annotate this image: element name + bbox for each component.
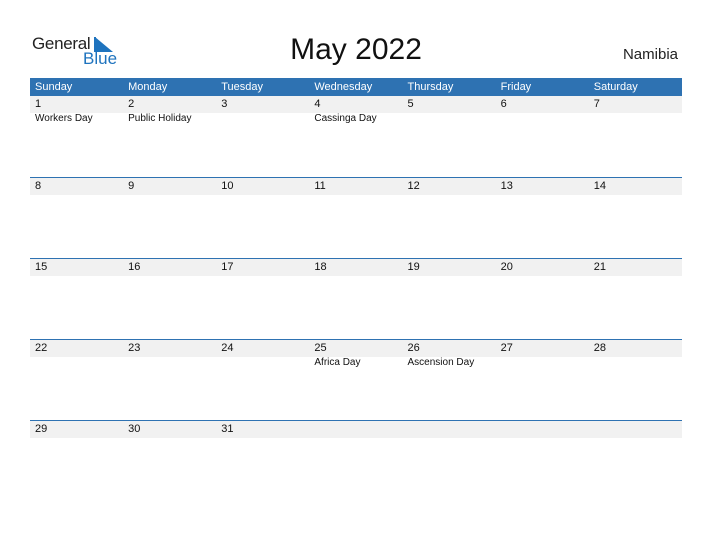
day-number: 1 [35, 98, 42, 110]
day-cell: 31 [216, 421, 309, 438]
day-number: 28 [593, 342, 606, 354]
week-cells: 15 16 17 18 19 20 21 [30, 259, 682, 276]
day-cell: 26 Ascension Day [403, 340, 496, 369]
day-number: 30 [128, 423, 141, 435]
weekday-thursday: Thursday [407, 81, 454, 93]
day-cell: 1 Workers Day [30, 96, 123, 125]
weekday-wednesday: Wednesday [314, 81, 373, 93]
day-number: 9 [128, 180, 135, 192]
holiday-label: Public Holiday [128, 113, 192, 124]
day-number: 12 [407, 180, 420, 192]
day-cell: 20 [496, 259, 589, 276]
day-cell: 24 [216, 340, 309, 369]
day-cell [496, 421, 589, 438]
week-cells: 8 9 10 11 12 13 14 [30, 178, 682, 195]
day-number: 21 [593, 261, 606, 273]
day-number [501, 421, 589, 438]
day-number [408, 421, 496, 438]
day-cell: 25 Africa Day [309, 340, 402, 369]
day-number: 25 [314, 342, 327, 354]
day-number: 8 [35, 180, 42, 192]
day-cell: 3 [216, 96, 309, 125]
weekday-tuesday: Tuesday [221, 81, 264, 93]
day-number: 13 [500, 180, 513, 192]
day-number: 14 [593, 180, 606, 192]
day-cell: 30 [123, 421, 216, 438]
weekday-monday: Monday [128, 81, 168, 93]
day-number: 17 [221, 261, 234, 273]
day-cell: 16 [123, 259, 216, 276]
day-cell: 27 [496, 340, 589, 369]
calendar-grid: Sunday Monday Tuesday Wednesday Thursday… [30, 78, 682, 501]
day-cell: 11 [309, 178, 402, 195]
day-number: 10 [221, 180, 234, 192]
weekday-friday: Friday [500, 81, 532, 93]
calendar-title: May 2022 [290, 33, 422, 66]
week-row: 15 16 17 18 19 20 21 [30, 258, 682, 339]
week-cells: 1 Workers Day 2 Public Holiday 3 4 Cassinga Da… [30, 96, 682, 125]
day-number: 6 [500, 98, 507, 110]
day-number: 20 [500, 261, 513, 273]
weekday-header: Sunday Monday Tuesday Wednesday Thursday… [30, 78, 682, 96]
weekday-sunday: Sunday [35, 81, 73, 93]
day-number: 19 [407, 261, 420, 273]
day-number: 3 [221, 98, 228, 110]
day-cell: 21 [589, 259, 682, 276]
week-row: 1 Workers Day 2 Public Holiday 3 4 Cassinga Da… [30, 96, 682, 177]
day-cell: 5 [403, 96, 496, 125]
day-number: 15 [35, 261, 48, 273]
holiday-label: Ascension Day [407, 357, 475, 368]
day-cell: 13 [496, 178, 589, 195]
week-row: 8 9 10 11 12 13 14 [30, 177, 682, 258]
day-number: 24 [221, 342, 234, 354]
day-cell: 29 [30, 421, 123, 438]
country-label: Namibia [622, 46, 678, 63]
day-cell: 10 [216, 178, 309, 195]
day-cell: 14 [589, 178, 682, 195]
day-cell: 18 [309, 259, 402, 276]
day-number: 5 [407, 98, 414, 110]
day-number: 27 [500, 342, 513, 354]
day-cell: 28 [589, 340, 682, 369]
day-cell: 2 Public Holiday [123, 96, 216, 125]
day-cell: 8 [30, 178, 123, 195]
day-number: 18 [314, 261, 327, 273]
day-number: 31 [221, 423, 234, 435]
day-number: 23 [128, 342, 141, 354]
week-cells: 22 23 24 25 Africa Day 26 Ascension Day 27 28 [30, 340, 682, 369]
week-row: 29 30 31 [30, 420, 682, 501]
day-cell: 15 [30, 259, 123, 276]
weeks-container: 1 Workers Day 2 Public Holiday 3 4 Cassinga Da… [30, 96, 682, 501]
day-number: 11 [314, 180, 326, 192]
day-cell: 7 [589, 96, 682, 125]
day-number [314, 421, 402, 438]
day-cell: 19 [403, 259, 496, 276]
day-cell [309, 421, 402, 438]
week-row: 22 23 24 25 Africa Day 26 Ascension Day 27 28 [30, 339, 682, 420]
day-cell [403, 421, 496, 438]
day-number: 16 [128, 261, 141, 273]
day-number: 26 [407, 342, 420, 354]
day-cell: 22 [30, 340, 123, 369]
holiday-label: Workers Day [35, 113, 93, 124]
day-number [594, 421, 682, 438]
holiday-label: Africa Day [314, 357, 361, 368]
day-number: 29 [35, 423, 48, 435]
day-cell: 6 [496, 96, 589, 125]
day-cell: 9 [123, 178, 216, 195]
day-cell: 17 [216, 259, 309, 276]
weekday-saturday: Saturday [593, 81, 638, 93]
day-number: 22 [35, 342, 48, 354]
day-number: 7 [593, 98, 600, 110]
day-number: 4 [314, 98, 321, 110]
day-cell [589, 421, 682, 438]
day-cell: 12 [403, 178, 496, 195]
day-cell: 4 Cassinga Day [309, 96, 402, 125]
holiday-label: Cassinga Day [314, 113, 377, 124]
day-number: 2 [128, 98, 135, 110]
week-cells: 29 30 31 [30, 421, 682, 438]
day-cell: 23 [123, 340, 216, 369]
